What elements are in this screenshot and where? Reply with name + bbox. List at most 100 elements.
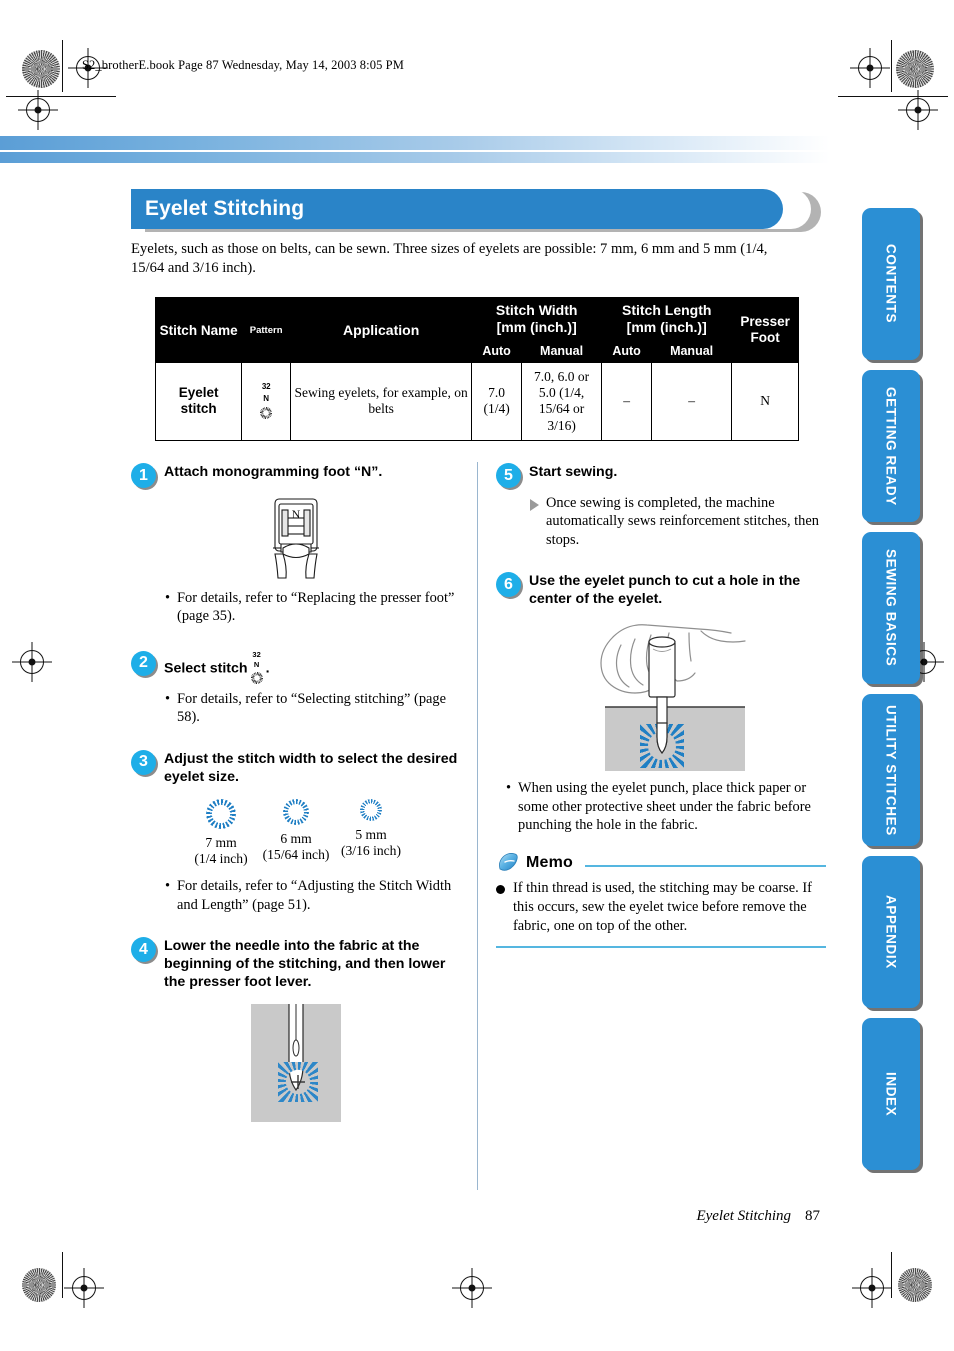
cell-stitch-name: Eyelet stitch xyxy=(154,362,243,441)
pattern-number: 32 xyxy=(261,382,271,392)
intro-paragraph: Eyelets, such as those on belts, can be … xyxy=(131,241,768,277)
sidebar-tab-label: CONTENTS xyxy=(883,244,899,324)
cell-presser-foot: N xyxy=(731,362,799,441)
sidebar-tab-label: APPENDIX xyxy=(883,895,899,969)
col-header-presser-foot: Presser Foot xyxy=(731,296,799,364)
hand-with-eyelet-punch-diagram xyxy=(496,619,826,772)
memo-bullet-dot-icon xyxy=(496,885,505,895)
memo-rule-top xyxy=(585,865,826,868)
sidebar-tab-label: SEWING BASICS xyxy=(883,549,899,667)
stitch-length-line1: Stitch Length xyxy=(621,302,712,318)
halftone-registration-mark-bottomleft xyxy=(22,1268,56,1302)
list-item: • When using the eyelet punch, place thi… xyxy=(506,779,826,834)
memo-body: If thin thread is used, the stitching ma… xyxy=(496,879,826,935)
manual-page: S2_brotherE.book Page 87 Wednesday, May … xyxy=(0,0,954,1351)
step-5-title: Start sewing. xyxy=(529,464,618,480)
sidebar-tab-getting-ready[interactable]: GETTING READY xyxy=(862,370,920,522)
halftone-registration-mark-topleft xyxy=(22,50,60,88)
step-1-head: 1 Attach monogramming foot “N”. xyxy=(131,462,461,488)
cell-width-manual: 7.0, 6.0 or 5.0 (1/4, 15/64 or 3/16) xyxy=(520,362,603,441)
step-3-bullet-text: For details, refer to “Adjusting the Sti… xyxy=(177,878,452,913)
sidebar-tab-appendix[interactable]: APPENDIX xyxy=(862,856,920,1008)
step-2-pattern-number: 32 xyxy=(252,649,261,659)
decorative-gradient-bar-lower xyxy=(0,152,830,163)
cell-application: Sewing eyelets, for example, on belts xyxy=(290,362,473,441)
memo-header: Memo xyxy=(496,852,826,874)
sidebar-tab-utility-stitches[interactable]: UTILITY STITCHES xyxy=(862,694,920,846)
step-3-title: Adjust the stitch width to select the de… xyxy=(164,750,458,785)
step-5-note: Once sewing is completed, the machine au… xyxy=(530,494,826,549)
step-3: 3 Adjust the stitch width to select the … xyxy=(131,749,461,914)
footer-page-number: 87 xyxy=(805,1208,820,1224)
step-5-head: 5 Start sewing. xyxy=(496,462,826,488)
cell-width-auto: 7.0 (1/4) xyxy=(471,362,522,441)
trim-line-top-right xyxy=(891,40,892,92)
page-footer: Eyelet Stitching 87 xyxy=(696,1208,820,1225)
sidebar-tab-index[interactable]: INDEX xyxy=(862,1018,920,1170)
sidebar-tab-contents[interactable]: CONTENTS xyxy=(862,208,920,360)
memo-note-icon xyxy=(499,853,518,872)
table-header: Stitch Name Pattern Application Stitch W… xyxy=(154,296,799,364)
stitch-width-line1: Stitch Width xyxy=(495,302,578,318)
eyelet-size-inch: (1/4 inch) xyxy=(194,850,248,866)
step-2-title: Select stitch 32 N. xyxy=(164,650,270,685)
needle-lowering-into-fabric-diagram xyxy=(131,1003,461,1122)
column-divider xyxy=(477,462,478,1190)
step-6-bullets: • When using the eyelet punch, place thi… xyxy=(506,779,826,834)
presser-foot-line1: Presser xyxy=(740,314,790,330)
book-header-line: S2_brotherE.book Page 87 Wednesday, May … xyxy=(82,58,404,72)
eyelet-size-option: 5 mm (3/16 inch) xyxy=(335,798,407,868)
step-2-pattern-letter: N xyxy=(253,660,260,670)
memo-title: Memo xyxy=(526,854,574,872)
step-3-badge: 3 xyxy=(131,749,156,775)
footer-section-name: Eyelet Stitching xyxy=(696,1208,791,1224)
cell-length-auto: – xyxy=(601,362,652,441)
step-2-bullet-text: For details, refer to “Selecting stitchi… xyxy=(177,690,446,726)
eyelet-starburst-icon xyxy=(360,798,382,821)
step-6-bullet-text: When using the eyelet punch, place thick… xyxy=(518,780,811,833)
step-2-badge: 2 xyxy=(131,650,156,676)
presser-foot-n-diagram: N xyxy=(131,496,461,584)
col-header-application: Application xyxy=(290,296,473,364)
bullet-dot-icon: • xyxy=(165,690,171,707)
step-1-bullet-text: For details, refer to “Replacing the pre… xyxy=(177,590,455,625)
title-banner-bar: Eyelet Stitching xyxy=(131,189,783,229)
presser-foot-n-svg: N xyxy=(273,498,319,579)
col-header-pattern: Pattern xyxy=(241,296,292,364)
crosshair-center-icon xyxy=(291,1074,305,1089)
sidebar-tab-label: INDEX xyxy=(883,1071,899,1117)
presser-foot-label: N xyxy=(292,507,301,521)
bullet-dot-icon: • xyxy=(506,780,512,797)
side-navigation-tabs: CONTENTS GETTING READY SEWING BASICS UTI… xyxy=(862,208,920,1180)
step-2-title-before: Select stitch xyxy=(164,660,248,677)
eyelet-size-option: 6 mm (15/64 inch) xyxy=(260,798,332,868)
step-1: 1 Attach monogramming foot “N”. N • For … xyxy=(131,462,461,626)
trim-line-right-top xyxy=(838,96,948,97)
col-header-width-auto: Auto xyxy=(471,339,522,364)
stitch-specification-table: Stitch Name Pattern Application Stitch W… xyxy=(154,296,799,441)
eyelet-size-options: 7 mm (1/4 inch) 6 mm (15/64 inch) 5 mm (… xyxy=(131,798,461,868)
eyelet-size-mm: 5 mm xyxy=(355,826,387,842)
step-6-title: Use the eyelet punch to cut a hole in th… xyxy=(529,573,801,608)
step-2-title-after: . xyxy=(265,660,270,677)
crosshair-registration-mark-bottomcenter xyxy=(460,1276,484,1300)
col-header-stitch-length: Stitch Length [mm (inch.)] xyxy=(601,296,733,341)
sidebar-tab-label: GETTING READY xyxy=(883,386,899,506)
step-4-head: 4 Lower the needle into the fabric at th… xyxy=(131,936,461,992)
memo-rule-bottom xyxy=(496,945,826,948)
sidebar-tab-label: UTILITY STITCHES xyxy=(883,704,899,836)
sidebar-tab-sewing-basics[interactable]: SEWING BASICS xyxy=(862,532,920,684)
list-item: • For details, refer to “Replacing the p… xyxy=(165,589,461,626)
step-4: 4 Lower the needle into the fabric at th… xyxy=(131,936,461,1122)
step-6-badge: 6 xyxy=(496,572,521,598)
eyelet-starburst-icon xyxy=(640,724,684,769)
section-title-banner: Eyelet Stitching xyxy=(131,189,821,232)
table-body: Eyelet stitch 32 N Sewing eyelets, for e… xyxy=(154,362,799,441)
page-title: Eyelet Stitching xyxy=(145,197,305,220)
cell-pattern: 32 N xyxy=(241,362,292,441)
col-header-length-manual: Manual xyxy=(650,339,733,364)
col-header-stitch-name: Stitch Name xyxy=(154,296,243,364)
pattern-letter: N xyxy=(263,394,270,404)
step-3-head: 3 Adjust the stitch width to select the … xyxy=(131,749,461,787)
cell-length-manual: – xyxy=(650,362,733,441)
